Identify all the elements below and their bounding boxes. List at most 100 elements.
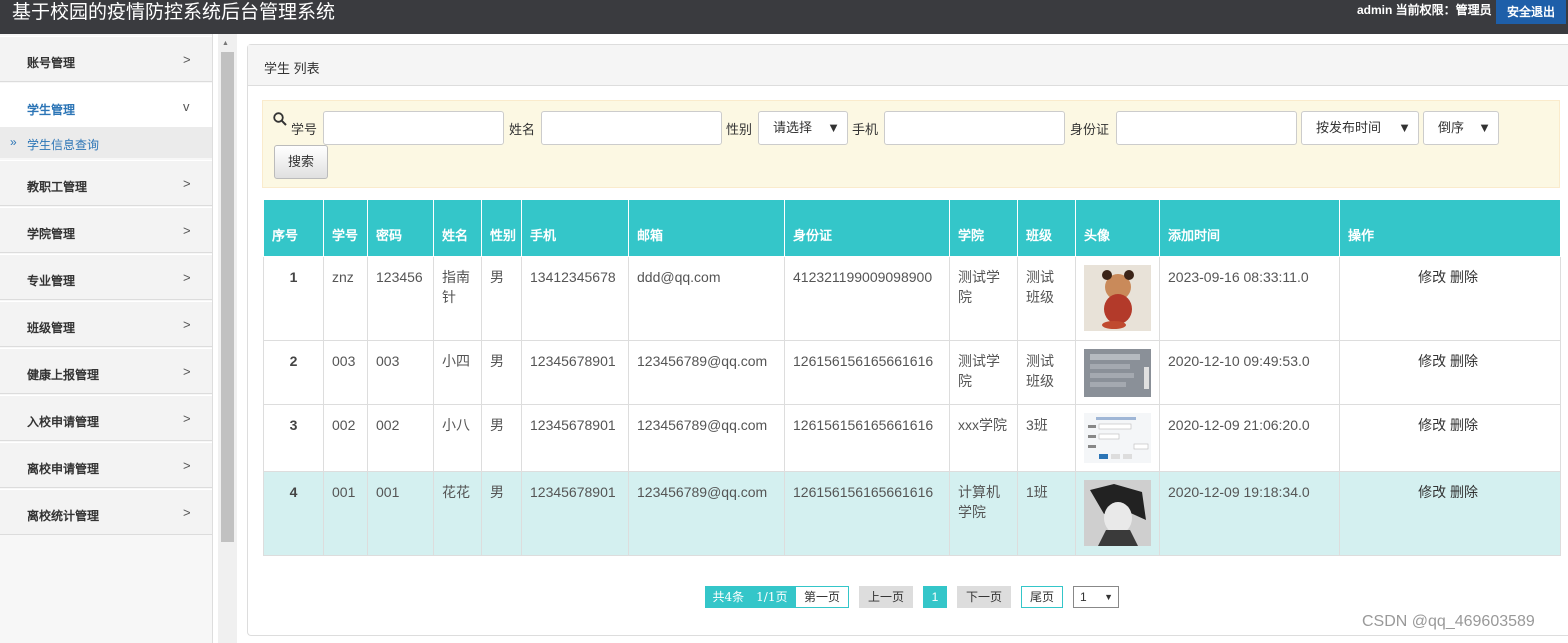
cell-college: 测试学院: [949, 340, 1018, 405]
sort-order-value: 倒序: [1438, 120, 1465, 135]
edit-link[interactable]: 修改: [1418, 484, 1446, 500]
cell-password: 123456: [367, 256, 434, 341]
edit-link[interactable]: 修改: [1418, 269, 1446, 285]
name-label: 姓名: [509, 122, 536, 137]
cell-avatar: [1075, 471, 1160, 556]
col-header-college: 学院: [949, 199, 1018, 257]
cell-student-no: 003: [323, 340, 368, 405]
cell-id-card: 126156156165661616: [784, 340, 950, 405]
cell-actions: 修改 删除: [1339, 404, 1561, 472]
cell-student-no: 002: [323, 404, 368, 472]
col-header-password: 密码: [367, 199, 434, 257]
sidebar-item-label: 教职工管理: [27, 180, 88, 194]
chevron-right-icon: >: [183, 411, 191, 426]
sidebar-item-label: 学院管理: [27, 227, 76, 241]
table-row: 4 001 001 花花 男 12345678901 123456789@qq.…: [263, 471, 1561, 556]
sidebar-item-leave-stats[interactable]: 离校统计管理 >: [0, 489, 212, 535]
cell-college: 测试学院: [949, 256, 1018, 341]
col-header-index: 序号: [263, 199, 324, 257]
chevron-down-icon: ▼: [1478, 120, 1491, 135]
cell-email: 123456789@qq.com: [628, 340, 785, 405]
col-header-added-time: 添加时间: [1159, 199, 1340, 257]
id-card-input[interactable]: [1116, 111, 1297, 145]
sidebar-item-majors[interactable]: 专业管理 >: [0, 254, 212, 300]
cell-gender: 男: [481, 340, 522, 405]
chevron-down-icon: ▼: [827, 120, 840, 135]
cell-email: 123456789@qq.com: [628, 404, 785, 472]
cell-added-time: 2020-12-10 09:49:53.0: [1159, 340, 1340, 405]
scroll-up-icon[interactable]: ▲: [222, 40, 229, 47]
delete-link[interactable]: 删除: [1450, 269, 1478, 285]
next-page-button[interactable]: 下一页: [957, 586, 1011, 608]
prev-page-button[interactable]: 上一页: [859, 586, 913, 608]
sidebar-item-health-report[interactable]: 健康上报管理 >: [0, 348, 212, 394]
edit-link[interactable]: 修改: [1418, 417, 1446, 433]
sort-order-select[interactable]: 倒序 ▼: [1423, 111, 1499, 145]
col-header-avatar: 头像: [1075, 199, 1160, 257]
page-select[interactable]: 1 ▼: [1073, 586, 1119, 608]
anime-boy-avatar-image: [1084, 480, 1151, 546]
sidebar-item-label: 离校统计管理: [27, 509, 100, 523]
chevron-right-icon: >: [183, 52, 191, 67]
sidebar-item-accounts[interactable]: 账号管理 >: [0, 36, 212, 82]
scroll-thumb[interactable]: [221, 52, 234, 542]
cell-phone: 12345678901: [521, 340, 629, 405]
delete-link[interactable]: 删除: [1450, 417, 1478, 433]
sidebar-item-students[interactable]: 学生管理 v: [0, 83, 212, 129]
search-button[interactable]: 搜索: [274, 145, 328, 179]
sidebar-item-label: 账号管理: [27, 56, 76, 70]
cell-actions: 修改 删除: [1339, 340, 1561, 405]
cell-class: 测试班级: [1017, 256, 1076, 341]
chevron-right-icon: >: [183, 317, 191, 332]
cell-id-card: 126156156165661616: [784, 404, 950, 472]
page-select-value: 1: [1080, 590, 1087, 604]
double-chevron-icon: »: [10, 135, 17, 149]
sort-field-select[interactable]: 按发布时间 ▼: [1301, 111, 1419, 145]
sidebar-item-classes[interactable]: 班级管理 >: [0, 301, 212, 347]
chevron-right-icon: >: [183, 458, 191, 473]
last-page-button[interactable]: 尾页: [1021, 586, 1063, 608]
first-page-button[interactable]: 第一页: [795, 586, 849, 608]
student-no-label: 学号: [291, 122, 318, 137]
chevron-right-icon: >: [183, 176, 191, 191]
cell-class: 1班: [1017, 471, 1076, 556]
cell-password: 003: [367, 340, 434, 405]
delete-link[interactable]: 删除: [1450, 484, 1478, 500]
table-header-row: 序号 学号 密码 姓名 性别 手机 邮箱 身份证 学院 班级 头像 添加时间 操…: [263, 199, 1561, 257]
sidebar-item-entry-requests[interactable]: 入校申请管理 >: [0, 395, 212, 441]
form-screenshot-avatar-image: [1084, 349, 1151, 397]
cell-id-card: 412321199009098900: [784, 256, 950, 341]
cell-password: 001: [367, 471, 434, 556]
table-row: 2 003 003 小四 男 12345678901 123456789@qq.…: [263, 340, 1561, 405]
chevron-right-icon: >: [183, 505, 191, 520]
sidebar-item-colleges[interactable]: 学院管理 >: [0, 207, 212, 253]
cell-index: 3: [263, 404, 324, 472]
cell-index: 1: [263, 256, 324, 341]
student-table: 序号 学号 密码 姓名 性别 手机 邮箱 身份证 学院 班级 头像 添加时间 操…: [263, 199, 1561, 556]
search-bar: 学号 姓名 性别 请选择 ▼ 手机 身份证 按发布时间 ▼ 倒序 ▼ 搜索: [262, 100, 1560, 188]
sidebar-item-staff[interactable]: 教职工管理 >: [0, 160, 212, 206]
delete-link[interactable]: 删除: [1450, 353, 1478, 369]
sidebar-subitem-student-query[interactable]: » 学生信息查询: [0, 127, 212, 158]
chevron-down-icon: ▼: [1104, 592, 1113, 602]
cell-added-time: 2020-12-09 21:06:20.0: [1159, 404, 1340, 472]
cell-college: 计算机学院: [949, 471, 1018, 556]
student-no-input[interactable]: [323, 111, 504, 145]
gender-select[interactable]: 请选择 ▼: [758, 111, 848, 145]
chevron-down-icon: v: [183, 99, 190, 114]
sidebar-scrollbar[interactable]: ▲: [218, 34, 237, 643]
cell-phone: 13412345678: [521, 256, 629, 341]
user-info: admin 当前权限：管理员: [1357, 3, 1492, 17]
sidebar-item-leave-requests[interactable]: 离校申请管理 >: [0, 442, 212, 488]
logout-button[interactable]: 安全退出: [1496, 0, 1566, 24]
current-page-button[interactable]: 1: [923, 586, 947, 608]
sidebar-item-label: 健康上报管理: [27, 368, 100, 382]
col-header-id-card: 身份证: [784, 199, 950, 257]
name-input[interactable]: [541, 111, 722, 145]
cell-phone: 12345678901: [521, 471, 629, 556]
sidebar-item-label: 离校申请管理: [27, 462, 100, 476]
phone-input[interactable]: [884, 111, 1065, 145]
cell-student-no: znz: [323, 256, 368, 341]
edit-link[interactable]: 修改: [1418, 353, 1446, 369]
col-header-gender: 性别: [481, 199, 522, 257]
